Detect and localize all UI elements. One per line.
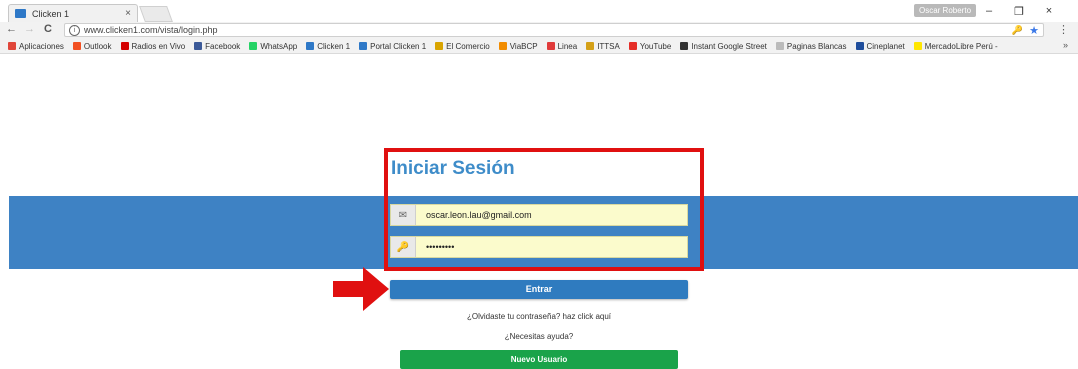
bookmark-label: Instant Google Street [691, 41, 767, 51]
red-arrow-icon [333, 267, 389, 311]
bookmark-item[interactable]: Facebook [194, 42, 240, 51]
bookmark-item[interactable]: El Comercio [435, 42, 490, 51]
elcomercio-icon [435, 42, 444, 50]
new-user-button[interactable]: Nuevo Usuario [400, 350, 678, 369]
envelope-icon: ✉ [391, 205, 416, 225]
email-input[interactable] [416, 205, 687, 225]
youtube-icon [628, 42, 637, 50]
browser-menu-icon[interactable]: ⋮ [1058, 23, 1069, 36]
close-window-button[interactable]: × [1040, 5, 1058, 17]
forward-button[interactable]: → [24, 23, 35, 35]
bookmark-label: Paginas Blancas [786, 41, 847, 51]
browser-titlebar: Clicken 1 × Oscar Roberto – ❐ × [0, 0, 1078, 22]
bookmark-item[interactable]: Clicken 1 [306, 42, 350, 51]
bookmark-label: ITTSA [597, 41, 620, 51]
address-url[interactable]: www.clicken1.com/vista/login.php [84, 25, 1012, 35]
bookmark-item[interactable]: Aplicaciones [8, 42, 64, 51]
tab-title: Clicken 1 [32, 8, 70, 19]
browser-tab[interactable]: Clicken 1 × [8, 4, 138, 22]
back-button[interactable]: ← [6, 23, 17, 35]
minimize-button[interactable]: – [980, 5, 998, 17]
page-icon [775, 42, 784, 50]
bookmark-label: Outlook [83, 41, 112, 51]
submit-button[interactable]: Entrar [390, 280, 688, 299]
bookmark-item[interactable]: Radios en Vivo [120, 41, 186, 51]
bookmark-item[interactable]: Portal Clicken 1 [359, 42, 426, 51]
flag-peru-icon [120, 42, 129, 50]
email-field[interactable]: ✉ [390, 204, 688, 226]
browser-toolbar: ← → C i www.clicken1.com/vista/login.php… [0, 22, 1078, 39]
windows-logo-icon [72, 42, 81, 50]
bookmark-item[interactable]: MercadoLibre Perú - [913, 41, 998, 51]
cineplanet-icon [855, 42, 864, 50]
clicken-favicon-icon [15, 9, 26, 18]
forgot-password-link[interactable]: ¿Olvidaste tu contraseña? haz click aquí [390, 312, 688, 321]
bookmark-item[interactable]: YouTube [628, 41, 672, 51]
bookmarks-more-icon[interactable]: » [1063, 40, 1068, 50]
ittsa-icon [586, 42, 595, 50]
bookmark-label: Aplicaciones [19, 41, 64, 51]
bookmark-item[interactable]: Instant Google Street [680, 42, 767, 51]
apps-grid-icon [8, 42, 16, 50]
bookmark-item[interactable]: Paginas Blancas [775, 41, 847, 51]
bookmark-label: Clicken 1 [317, 41, 351, 51]
facebook-icon [194, 42, 203, 50]
linea-icon [546, 42, 555, 50]
bookmark-label: Facebook [205, 41, 241, 51]
bookmark-item[interactable]: ViaBCP [498, 41, 538, 51]
bookmark-item[interactable]: Outlook [72, 41, 112, 51]
mercadolibre-icon [913, 42, 922, 50]
profile-button[interactable]: Oscar Roberto [914, 4, 977, 17]
address-bar[interactable]: i www.clicken1.com/vista/login.php 🔑 ★ [64, 23, 1044, 37]
clicken-icon [306, 42, 315, 50]
clicken-icon [359, 42, 368, 50]
reload-button[interactable]: C [44, 23, 52, 35]
bookmark-label: Cineplanet [866, 41, 905, 51]
info-icon[interactable]: i [69, 24, 80, 36]
tab-close-icon[interactable]: × [125, 8, 131, 19]
key-icon[interactable]: 🔑 [1012, 25, 1023, 36]
new-tab-button[interactable] [139, 6, 173, 22]
bcp-icon [498, 42, 507, 50]
bookmark-label: Portal Clicken 1 [370, 41, 427, 51]
login-title: Iniciar Sesión [391, 158, 515, 179]
bookmark-label: Radios en Vivo [131, 41, 186, 51]
restore-button[interactable]: ❐ [1010, 5, 1028, 18]
key-icon: 🔑 [391, 237, 416, 257]
password-input[interactable] [416, 237, 687, 257]
bookmark-label: YouTube [639, 41, 672, 51]
bookmark-label: MercadoLibre Perú - [924, 41, 998, 51]
star-icon[interactable]: ★ [1029, 24, 1039, 37]
bookmark-item[interactable]: ITTSA [586, 42, 620, 51]
bookmark-label: El Comercio [446, 41, 490, 51]
bookmark-item[interactable]: WhatsApp [249, 42, 297, 51]
bookmark-label: ViaBCP [509, 41, 538, 51]
bookmarks-bar: Aplicaciones Outlook Radios en Vivo Faceboo… [0, 39, 1078, 54]
bookmark-label: Linea [557, 41, 578, 51]
bookmark-item[interactable]: Linea [546, 41, 578, 51]
bookmark-item[interactable]: Cineplanet [855, 41, 905, 51]
street-icon [680, 42, 689, 50]
help-link[interactable]: ¿Necesitas ayuda? [390, 332, 688, 341]
whatsapp-icon [249, 42, 258, 50]
password-field[interactable]: 🔑 [390, 236, 688, 258]
bookmark-label: WhatsApp [260, 41, 298, 51]
